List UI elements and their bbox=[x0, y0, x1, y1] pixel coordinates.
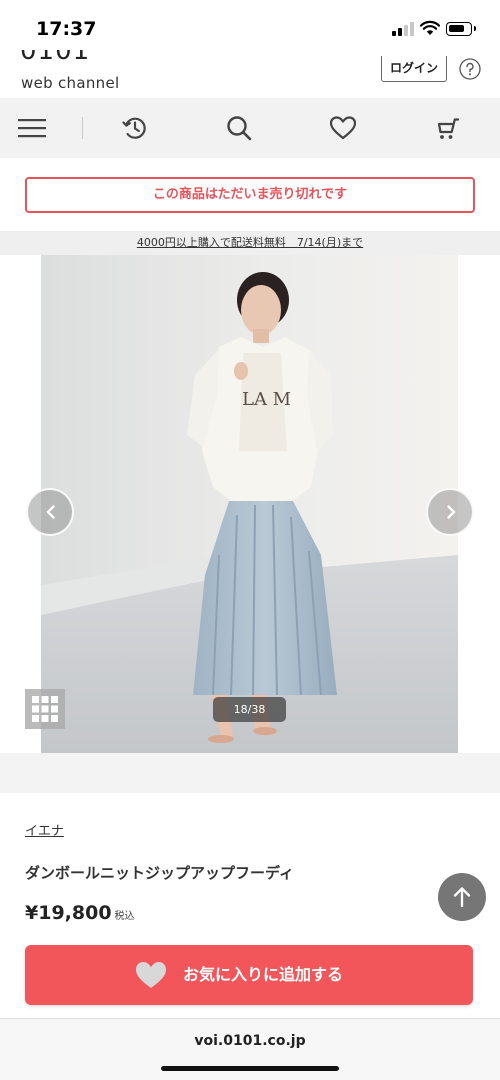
history-icon[interactable] bbox=[120, 113, 150, 143]
wifi-icon bbox=[420, 20, 440, 35]
logo-mark[interactable]: 0101 bbox=[20, 50, 90, 66]
add-to-favorites-button[interactable]: お気に入りに追加する bbox=[25, 945, 473, 1005]
image-counter: 18/38 bbox=[213, 697, 286, 722]
cart-icon[interactable] bbox=[432, 113, 462, 143]
chevron-right-icon bbox=[447, 505, 456, 519]
battery-icon bbox=[446, 22, 476, 36]
browser-bar: voi.0101.co.jp bbox=[0, 1018, 500, 1080]
toolbar-divider bbox=[82, 117, 83, 139]
arrow-up-icon bbox=[453, 887, 471, 908]
question-circle-icon[interactable] bbox=[459, 58, 481, 80]
menu-icon[interactable] bbox=[17, 113, 47, 143]
sold-out-notice: この商品はただいま売り切れです bbox=[25, 177, 475, 213]
product-price: ¥19,800 bbox=[25, 902, 112, 924]
tax-label: 税込 bbox=[114, 911, 135, 922]
toolbar bbox=[0, 98, 500, 158]
chevron-left-icon bbox=[46, 505, 55, 519]
signal-icon bbox=[392, 22, 416, 36]
svg-text:LA M: LA M bbox=[242, 389, 291, 410]
login-button[interactable]: ログイン bbox=[381, 56, 447, 82]
shipping-banner[interactable]: 4000円以上購入で配送料無料 7/14(月)まで bbox=[0, 231, 500, 255]
status-time: 17:37 bbox=[36, 18, 97, 40]
add-to-favorites-label: お気に入りに追加する bbox=[183, 965, 344, 984]
search-icon[interactable] bbox=[224, 113, 254, 143]
screen: 17:37 0101 web channel ログイン この商品はただいま売り切… bbox=[0, 0, 500, 1080]
product-gallery: LA M 18/38 bbox=[0, 255, 500, 753]
home-indicator bbox=[161, 1066, 339, 1071]
price-row: ¥19,800 税込 bbox=[25, 902, 135, 924]
status-bar: 17:37 bbox=[0, 0, 500, 50]
gallery-next-button[interactable] bbox=[426, 488, 474, 536]
url-bar[interactable]: voi.0101.co.jp bbox=[0, 1033, 500, 1049]
heart-icon[interactable] bbox=[328, 113, 358, 143]
brand-link[interactable]: イエナ bbox=[25, 820, 64, 839]
heart-icon bbox=[136, 962, 166, 988]
scroll-to-top-button[interactable] bbox=[438, 873, 486, 921]
product-photo[interactable]: LA M bbox=[41, 255, 458, 753]
grid-icon[interactable] bbox=[25, 689, 65, 729]
product-name: ダンボールニットジップアップフーディ bbox=[25, 864, 294, 882]
logo-text[interactable]: web channel bbox=[21, 74, 119, 92]
section-divider bbox=[0, 753, 500, 793]
site-header: 0101 web channel ログイン bbox=[0, 50, 500, 96]
gallery-prev-button[interactable] bbox=[26, 488, 74, 536]
battery-level bbox=[449, 25, 464, 32]
